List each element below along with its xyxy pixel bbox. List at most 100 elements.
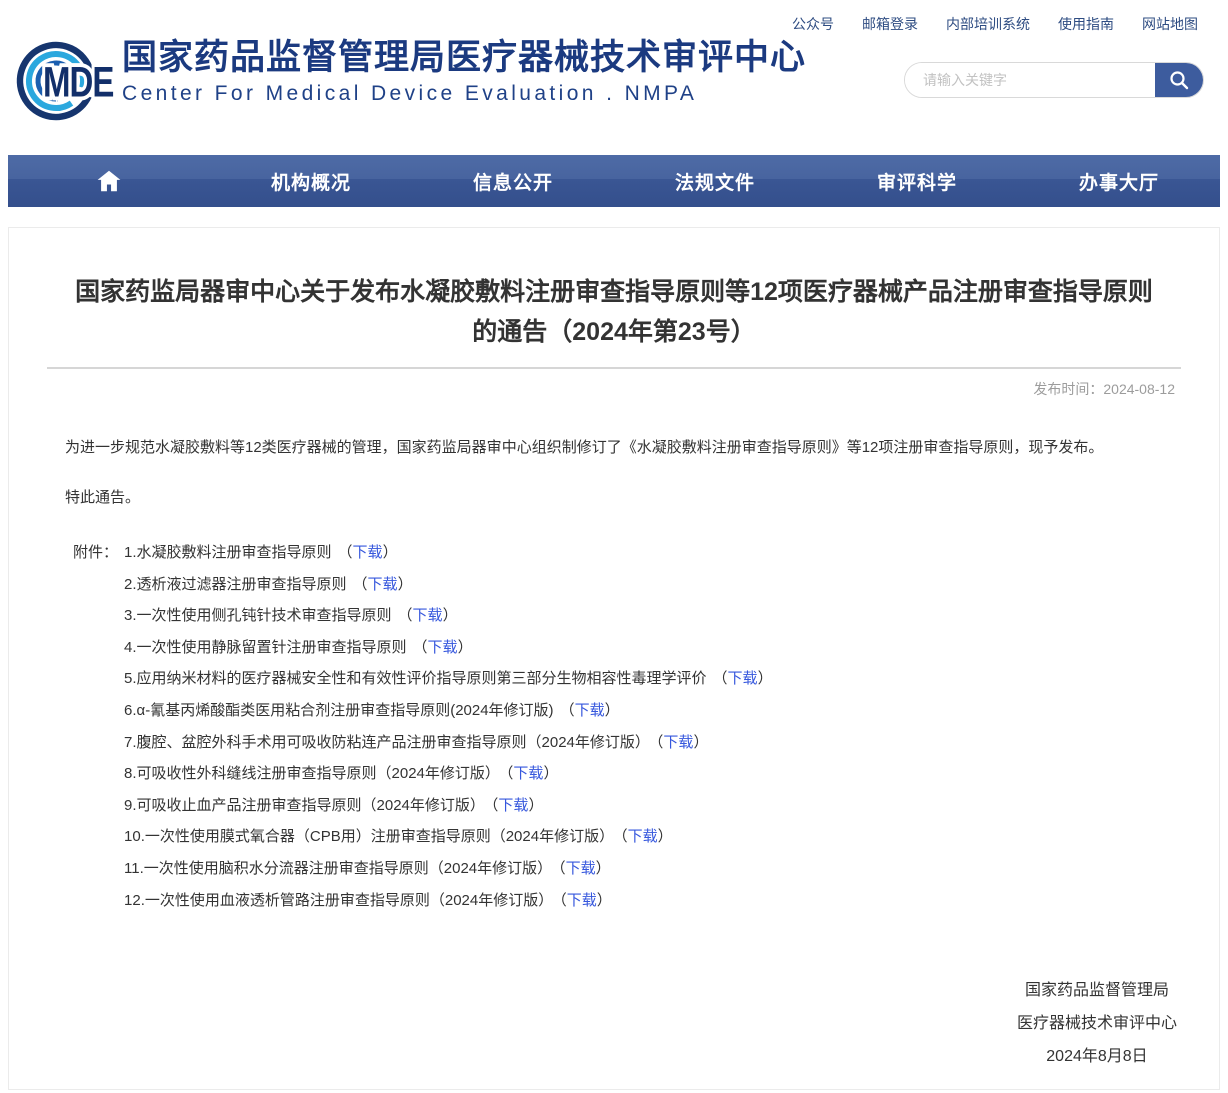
paren-open: （ — [560, 702, 575, 719]
attachment-text: 1.水凝胶敷料注册审查指导原则 — [124, 544, 332, 561]
topbar-link[interactable]: 公众号 — [792, 14, 834, 34]
paren-close: ） — [458, 639, 473, 656]
attachments-label: 附件： — [73, 537, 118, 916]
title-divider — [47, 367, 1181, 369]
paren-close: ） — [596, 860, 611, 877]
paren-open: （ — [713, 670, 728, 687]
attachment-text: 3.一次性使用侧孔钝针技术审查指导原则 — [124, 607, 392, 624]
download-link[interactable]: 下载 — [567, 892, 597, 909]
attachment-text: 12.一次性使用血液透析管路注册审查指导原则（2024年修订版） — [124, 892, 553, 909]
topbar-links: 公众号 邮箱登录 内部培训系统 使用指南 网站地图 — [792, 14, 1198, 34]
article-title: 国家药监局器审中心关于发布水凝胶敷料注册审查指导原则等12项医疗器械产品注册审查… — [9, 272, 1219, 352]
home-icon — [96, 169, 122, 193]
paren-close: ） — [693, 734, 708, 751]
attachment-row: 4.一次性使用静脉留置针注册审查指导原则 （下载） — [124, 632, 1219, 664]
paren-close: ） — [383, 544, 398, 561]
main-nav: 机构概况信息公开法规文件审评科学办事大厅 — [8, 155, 1220, 207]
attachment-row: 7.腹腔、盆腔外科手术用可吸收防粘连产品注册审查指导原则（2024年修订版）（下… — [124, 727, 1219, 759]
search-input[interactable] — [905, 63, 1155, 97]
site-title: 国家药品监督管理局医疗器械技术审评中心 — [122, 38, 806, 78]
paren-close: ） — [443, 607, 458, 624]
paren-close: ） — [528, 797, 543, 814]
article-paragraph: 为进一步规范水凝胶敷料等12类医疗器械的管理，国家药监局器审中心组织制修订了《水… — [35, 433, 1193, 463]
download-link[interactable]: 下载 — [498, 797, 528, 814]
paren-open: （ — [338, 544, 353, 561]
search-bar — [904, 62, 1204, 98]
search-button[interactable] — [1155, 63, 1203, 97]
search-icon — [1168, 69, 1190, 91]
paren-close: ） — [398, 576, 413, 593]
attachment-row: 8.可吸收性外科缝线注册审查指导原则（2024年修订版）（下载） — [124, 758, 1219, 790]
nav-item[interactable]: 机构概况 — [210, 155, 412, 207]
paren-open: （ — [558, 860, 566, 877]
download-link[interactable]: 下载 — [368, 576, 398, 593]
nav-item[interactable]: 办事大厅 — [1018, 155, 1220, 207]
nav-item[interactable]: 信息公开 — [412, 155, 614, 207]
nav-item[interactable]: 法规文件 — [614, 155, 816, 207]
topbar-link[interactable]: 使用指南 — [1058, 14, 1114, 34]
paren-open: （ — [413, 639, 428, 656]
paren-open: （ — [353, 576, 368, 593]
publish-date-label: 发布时间： — [1033, 381, 1103, 397]
paren-open: （ — [398, 607, 413, 624]
attachment-row: 3.一次性使用侧孔钝针技术审查指导原则 （下载） — [124, 600, 1219, 632]
topbar-link[interactable]: 网站地图 — [1142, 14, 1198, 34]
attachment-row: 6.α-氰基丙烯酸酯类医用粘合剂注册审查指导原则(2024年修订版) （下载） — [124, 695, 1219, 727]
attachment-text: 4.一次性使用静脉留置针注册审查指导原则 — [124, 639, 407, 656]
attachment-row: 1.水凝胶敷料注册审查指导原则 （下载） — [124, 537, 1219, 569]
nav-home[interactable] — [8, 155, 210, 207]
signature-line: 医疗器械技术审评中心 — [1017, 1007, 1177, 1040]
site-subtitle: Center For Medical Device Evaluation . N… — [122, 82, 806, 106]
download-link[interactable]: 下载 — [513, 765, 543, 782]
signature-line: 2024年8月8日 — [1017, 1040, 1177, 1073]
article-panel: 国家药监局器审中心关于发布水凝胶敷料注册审查指导原则等12项医疗器械产品注册审查… — [8, 227, 1220, 1090]
attachment-text: 7.腹腔、盆腔外科手术用可吸收防粘连产品注册审查指导原则（2024年修订版） — [124, 734, 650, 751]
paren-close: ） — [605, 702, 620, 719]
paren-open: （ — [559, 892, 567, 909]
article-title-line: 的通告（2024年第23号） — [49, 312, 1179, 352]
download-link[interactable]: 下载 — [566, 860, 596, 877]
attachment-text: 8.可吸收性外科缝线注册审查指导原则（2024年修订版） — [124, 765, 500, 782]
article-paragraph: 特此通告。 — [35, 483, 1193, 513]
attachment-row: 2.透析液过滤器注册审查指导原则 （下载） — [124, 569, 1219, 601]
download-link[interactable]: 下载 — [353, 544, 383, 561]
download-link[interactable]: 下载 — [728, 670, 758, 687]
site-logo[interactable]: MDE 国家药品监督管理局医疗器械技术审评中心 Center For Medic… — [16, 38, 806, 124]
signature-line: 国家药品监督管理局 — [1017, 974, 1177, 1007]
publish-date-value: 2024-08-12 — [1103, 381, 1175, 397]
attachment-text: 6.α-氰基丙烯酸酯类医用粘合剂注册审查指导原则(2024年修订版) — [124, 702, 554, 719]
site-header: 公众号 邮箱登录 内部培训系统 使用指南 网站地图 MDE 国家药品监督管理局医疗器械技… — [0, 0, 1228, 155]
download-link[interactable]: 下载 — [628, 828, 658, 845]
publish-date: 发布时间：2024-08-12 — [9, 379, 1175, 399]
page: 公众号 邮箱登录 内部培训系统 使用指南 网站地图 MDE 国家药品监督管理局医疗器械技… — [0, 0, 1228, 1093]
attachment-row: 10.一次性使用膜式氧合器（CPB用）注册审查指导原则（2024年修订版） （下载… — [124, 821, 1219, 853]
topbar-link[interactable]: 内部培训系统 — [946, 14, 1030, 34]
signature-lines: 国家药品监督管理局医疗器械技术审评中心2024年8月8日 — [1017, 974, 1177, 1073]
nav-item[interactable]: 审评科学 — [816, 155, 1018, 207]
logo-mde-text: MDE — [43, 58, 114, 106]
article-title-line: 国家药监局器审中心关于发布水凝胶敷料注册审查指导原则等12项医疗器械产品注册审查… — [49, 272, 1179, 312]
attachment-text: 2.透析液过滤器注册审查指导原则 — [124, 576, 347, 593]
attachment-text: 9.可吸收止血产品注册审查指导原则（2024年修订版） — [124, 797, 485, 814]
download-link[interactable]: 下载 — [413, 607, 443, 624]
attachment-row: 5.应用纳米材料的医疗器械安全性和有效性评价指导原则第三部分生物相容性毒理学评价… — [124, 663, 1219, 695]
attachment-text: 10.一次性使用膜式氧合器（CPB用）注册审查指导原则（2024年修订版） — [124, 828, 614, 845]
cmde-logo-icon: MDE — [16, 38, 116, 124]
paren-close: ） — [758, 670, 773, 687]
attachments: 附件： 1.水凝胶敷料注册审查指导原则（下载）2.透析液过滤器注册审查指导原则（… — [9, 537, 1219, 916]
download-link[interactable]: 下载 — [663, 734, 693, 751]
attachment-text: 5.应用纳米材料的医疗器械安全性和有效性评价指导原则第三部分生物相容性毒理学评价 — [124, 670, 707, 687]
attachment-row: 11.一次性使用脑积水分流器注册审查指导原则（2024年修订版） （下载） — [124, 853, 1219, 885]
attachment-list: 1.水凝胶敷料注册审查指导原则（下载）2.透析液过滤器注册审查指导原则（下载）3… — [124, 537, 1219, 916]
topbar-link[interactable]: 邮箱登录 — [862, 14, 918, 34]
paren-close: ） — [658, 828, 673, 845]
signature-block: 国家药品监督管理局医疗器械技术审评中心2024年8月8日 — [9, 974, 1177, 1073]
paren-close: ） — [597, 892, 612, 909]
download-link[interactable]: 下载 — [575, 702, 605, 719]
attachment-text: 11.一次性使用脑积水分流器注册审查指导原则（2024年修订版） — [124, 860, 552, 877]
paren-open: （ — [620, 828, 628, 845]
attachment-row: 12.一次性使用血液透析管路注册审查指导原则（2024年修订版） （下载） — [124, 885, 1219, 917]
paren-close: ） — [543, 765, 558, 782]
attachment-row: 9.可吸收止血产品注册审查指导原则（2024年修订版）（下载） — [124, 790, 1219, 822]
download-link[interactable]: 下载 — [428, 639, 458, 656]
